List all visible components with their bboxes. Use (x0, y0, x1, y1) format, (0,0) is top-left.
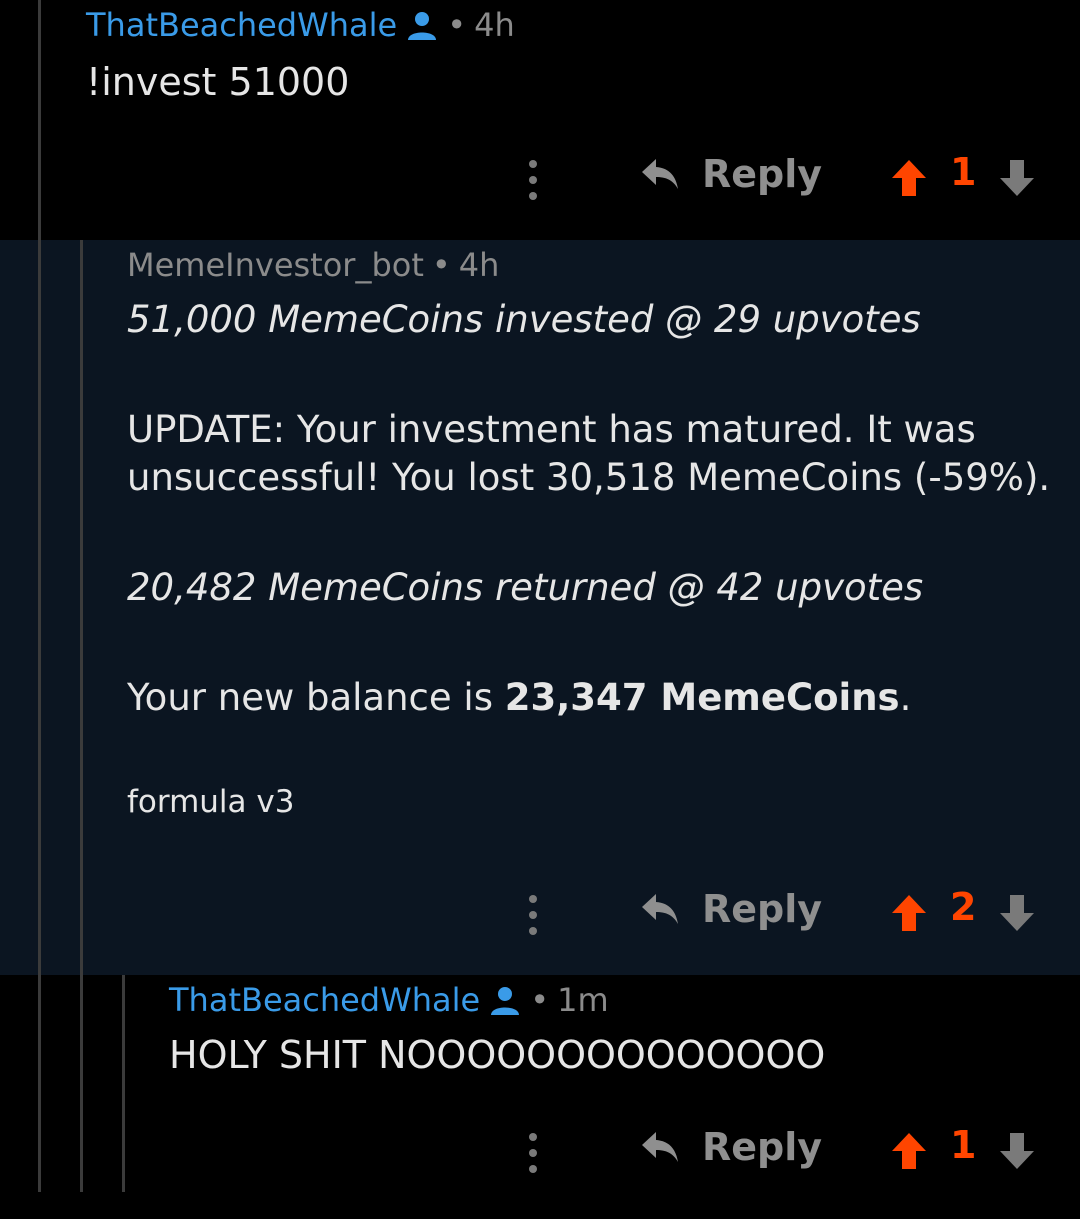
username-link[interactable]: MemeInvestor_bot (127, 246, 424, 284)
username-link[interactable]: ThatBeachedWhale (169, 981, 480, 1019)
vote-count: 1 (950, 150, 977, 194)
upvote-icon[interactable] (890, 158, 928, 198)
comment-meta: ThatBeachedWhale • 4h (86, 6, 515, 44)
thread-line-depth-2[interactable] (80, 240, 83, 1192)
reply-button[interactable]: Reply (640, 887, 822, 931)
separator: • (530, 981, 550, 1019)
balance-prefix: Your new balance is (127, 676, 505, 719)
comment-1: ThatBeachedWhale • 4h !invest 51000 Repl… (0, 0, 1080, 240)
comment-body: HOLY SHIT NOOOOOOOOOOOOOO (169, 1033, 826, 1077)
balance-line: Your new balance is 23,347 MemeCoins. (127, 676, 911, 719)
comment-body: !invest 51000 (86, 60, 350, 104)
comment-3: ThatBeachedWhale • 1m HOLY SHIT NOOOOOOO… (0, 975, 1080, 1219)
upvote-icon[interactable] (890, 1131, 928, 1171)
more-options-icon[interactable] (525, 893, 541, 937)
separator: • (431, 246, 451, 284)
comment-meta: MemeInvestor_bot • 4h (127, 246, 499, 284)
reply-icon (642, 1132, 678, 1162)
update-paragraph: UPDATE: Your investment has matured. It … (127, 408, 1051, 499)
reply-icon (642, 159, 678, 189)
returned-line: 20,482 MemeCoins returned @ 42 upvotes (127, 566, 924, 609)
timestamp: 4h (474, 6, 515, 44)
comment-meta: ThatBeachedWhale • 1m (169, 981, 609, 1019)
comment-actions: Reply 1 (0, 150, 1080, 210)
balance-suffix: . (899, 676, 912, 719)
downvote-icon[interactable] (998, 158, 1036, 198)
formula-footer: formula v3 (127, 784, 295, 820)
comment-actions: Reply 1 (0, 1123, 1080, 1183)
balance-value: 23,347 MemeCoins (504, 676, 900, 719)
username-link[interactable]: ThatBeachedWhale (86, 6, 397, 44)
reply-label: Reply (702, 152, 823, 196)
downvote-icon[interactable] (998, 1131, 1036, 1171)
reply-button[interactable]: Reply (640, 1125, 822, 1169)
comment-actions: Reply 2 (0, 885, 1080, 945)
downvote-icon[interactable] (998, 893, 1036, 933)
timestamp: 1m (557, 981, 609, 1019)
separator: • (447, 6, 467, 44)
user-icon (408, 12, 437, 40)
thread-line-depth-3[interactable] (122, 975, 125, 1192)
timestamp: 4h (458, 246, 500, 284)
reply-icon (642, 894, 678, 924)
comment-2: MemeInvestor_bot • 4h 51,000 MemeCoins i… (0, 240, 1080, 975)
user-icon (491, 987, 520, 1015)
more-options-icon[interactable] (525, 1131, 541, 1175)
reply-button[interactable]: Reply (640, 152, 822, 196)
vote-count: 2 (950, 885, 977, 929)
more-options-icon[interactable] (525, 158, 541, 202)
upvote-icon[interactable] (890, 893, 928, 933)
vote-count: 1 (950, 1123, 977, 1167)
invest-line: 51,000 MemeCoins invested @ 29 upvotes (127, 298, 921, 341)
thread-line-depth-1[interactable] (38, 0, 41, 1192)
reply-label: Reply (702, 1125, 823, 1169)
reply-label: Reply (702, 887, 823, 931)
